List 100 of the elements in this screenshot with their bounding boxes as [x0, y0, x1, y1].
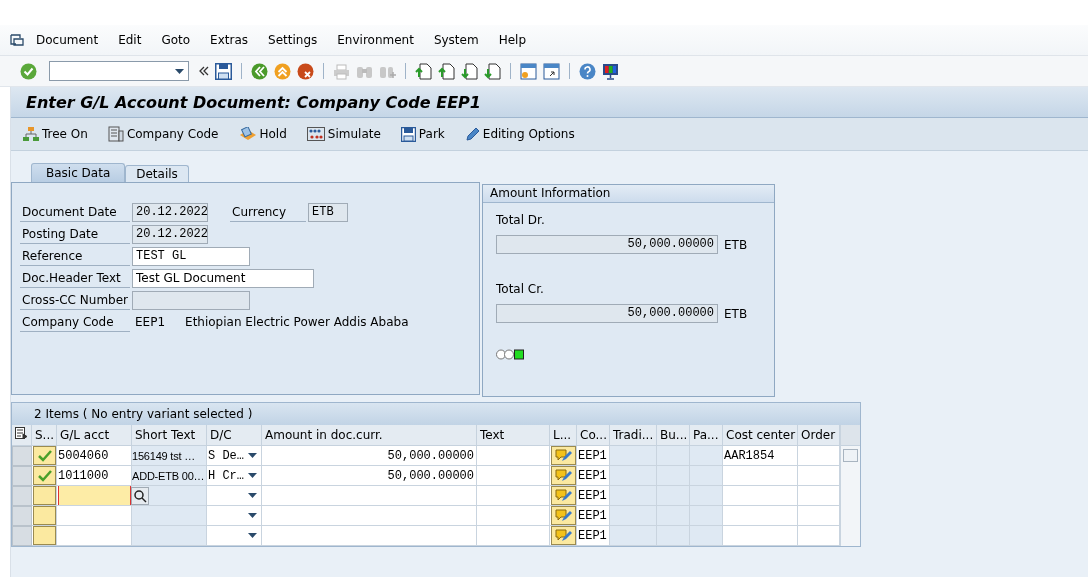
new-window-icon[interactable]	[520, 62, 537, 80]
status-button[interactable]	[33, 506, 56, 525]
table-cell	[690, 486, 723, 506]
table-title: 2 Items ( No entry variant selected )	[12, 403, 860, 425]
help-icon[interactable]	[579, 62, 596, 80]
column-header[interactable]: Pa...	[690, 425, 723, 446]
toolbar-button[interactable]: Company Code	[107, 126, 219, 142]
table-cell: 156149 tst …	[132, 446, 207, 466]
column-header[interactable]: D/C	[207, 425, 262, 446]
panel-title: Amount Information	[483, 185, 774, 203]
hierarchy-icon	[23, 127, 39, 141]
gl-account-field[interactable]	[58, 486, 131, 505]
last-page-icon[interactable]	[484, 62, 501, 80]
abacus-icon	[306, 127, 325, 141]
date-field[interactable]: 20.12.2022	[132, 202, 208, 222]
menu-item[interactable]: Edit	[118, 33, 142, 47]
monitor-icon[interactable]	[602, 62, 619, 80]
menu-item[interactable]: Extras	[210, 33, 249, 47]
field-label: Document Date	[20, 202, 130, 222]
reference-field[interactable]: TEST GL	[132, 246, 250, 266]
tab[interactable]: Details	[125, 165, 189, 182]
table-cell	[610, 526, 657, 546]
status-button[interactable]	[33, 486, 56, 505]
toolbar-button[interactable]: Editing Options	[464, 126, 575, 142]
currency-label: ETB	[724, 306, 748, 321]
column-header[interactable]: L...	[550, 425, 577, 446]
table-cell	[690, 466, 723, 486]
column-header[interactable]: Cost center	[723, 425, 798, 446]
table-cell	[610, 446, 657, 466]
column-header[interactable]: Tradi...	[610, 425, 657, 446]
table-cell-text: H Cr…	[208, 467, 244, 485]
table-cell-text: S De…	[208, 447, 244, 465]
toolbar-button[interactable]: Park	[400, 126, 445, 142]
cross-cc-field[interactable]	[132, 290, 250, 310]
column-header[interactable]: Short Text	[132, 425, 207, 446]
first-page-icon[interactable]	[415, 62, 432, 80]
enter-icon[interactable]	[20, 62, 37, 80]
command-field[interactable]	[49, 61, 189, 81]
status-button[interactable]	[33, 446, 56, 465]
dropdown-icon[interactable]	[248, 493, 257, 498]
field-label: Total Cr.	[496, 282, 544, 296]
column-header[interactable]: Order	[798, 425, 840, 446]
save-icon	[400, 126, 416, 142]
toolbar-button[interactable]: Tree On	[23, 127, 88, 141]
menu-item[interactable]: Goto	[161, 33, 191, 47]
status-button[interactable]	[33, 526, 56, 545]
collapse-icon[interactable]	[199, 66, 209, 76]
dropdown-icon[interactable]	[248, 473, 257, 478]
note-edit-icon[interactable]	[551, 506, 576, 525]
column-header[interactable]: Bu...	[657, 425, 690, 446]
screen-title: Enter G/L Account Document: Company Code EEP1	[11, 87, 1088, 118]
exit-icon[interactable]	[274, 62, 291, 80]
table-cell	[657, 446, 690, 466]
shortcut-window-icon[interactable]	[543, 62, 560, 80]
column-header[interactable]: G/L acct	[57, 425, 132, 446]
dropdown-icon[interactable]	[248, 453, 257, 458]
table-cell	[610, 466, 657, 486]
vertical-scrollbar[interactable]	[840, 425, 860, 546]
menu-icon[interactable]	[10, 34, 24, 46]
currency-field[interactable]: ETB	[308, 202, 348, 222]
table-cell: 50,000.00000	[262, 466, 477, 486]
menu-item[interactable]: Help	[498, 33, 526, 47]
back-icon[interactable]	[251, 62, 268, 80]
dropdown-icon[interactable]	[248, 533, 257, 538]
field-label: Currency	[230, 202, 306, 222]
checkmark-icon	[37, 449, 52, 462]
column-header[interactable]: Amount in doc.curr.	[262, 425, 477, 446]
save-icon[interactable]	[215, 62, 232, 80]
note-edit-icon[interactable]	[551, 466, 576, 485]
header-text-field[interactable]: Test GL Document	[132, 268, 314, 288]
column-header[interactable]: Co...	[577, 425, 610, 446]
column-header[interactable]: Text	[477, 425, 550, 446]
note-edit-icon[interactable]	[551, 526, 576, 545]
table-cell	[690, 446, 723, 466]
note-edit-icon[interactable]	[551, 446, 576, 465]
search-icon[interactable]	[131, 487, 149, 505]
table-cell	[690, 526, 723, 546]
dropdown-icon[interactable]	[248, 513, 257, 518]
next-page-icon[interactable]	[461, 62, 478, 80]
field-label: Doc.Header Text	[20, 268, 130, 288]
field-label: Reference	[20, 246, 130, 266]
dropdown-icon[interactable]	[175, 68, 184, 74]
tab[interactable]: Basic Data	[31, 163, 126, 182]
menu-item[interactable]: System	[433, 33, 479, 47]
layout-icon[interactable]	[15, 427, 28, 439]
cancel-icon[interactable]	[297, 62, 314, 80]
date-field[interactable]: 20.12.2022	[132, 224, 208, 244]
note-edit-icon[interactable]	[551, 486, 576, 505]
column-header[interactable]: S...	[32, 425, 57, 446]
scrollbar-thumb[interactable]	[843, 449, 858, 462]
menu-item[interactable]: Document	[36, 33, 99, 47]
menu-item[interactable]: Settings	[268, 33, 318, 47]
table-cell: AAR1854	[723, 446, 798, 466]
menu-item[interactable]: Environment	[337, 33, 414, 47]
previous-page-icon[interactable]	[438, 62, 455, 80]
table-cell: 50,000.00000	[262, 446, 477, 466]
status-button[interactable]	[33, 466, 56, 485]
toolbar-button[interactable]: Hold	[238, 127, 287, 141]
field-label: Total Dr.	[496, 213, 545, 227]
toolbar-button[interactable]: Simulate	[306, 127, 381, 141]
